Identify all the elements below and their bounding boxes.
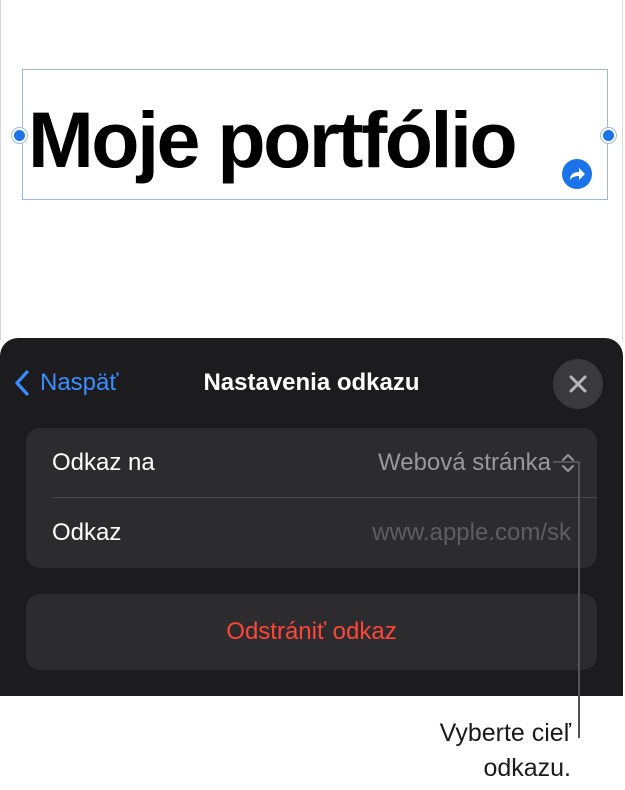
panel-title: Nastavenia odkazu (203, 369, 420, 396)
callout-line-2: odkazu. (483, 754, 571, 782)
callout-text: Vyberte cieľ odkazu. (440, 716, 571, 786)
canvas-edge-left (0, 0, 1, 340)
link-settings-group: Odkaz na Webová stránka Odkaz www.apple.… (26, 428, 597, 568)
selection-handle-left[interactable] (12, 128, 27, 143)
link-to-label: Odkaz na (52, 449, 155, 476)
callout-leader-horizontal (553, 461, 579, 463)
remove-link-label: Odstrániť odkaz (226, 618, 397, 645)
link-to-row[interactable]: Odkaz na Webová stránka (26, 428, 597, 498)
link-url-field[interactable]: www.apple.com/sk (372, 519, 571, 547)
close-icon (569, 375, 587, 393)
link-to-value: Webová stránka (378, 449, 551, 476)
selection-handle-right[interactable] (601, 128, 616, 143)
remove-link-button[interactable]: Odstrániť odkaz (26, 594, 597, 670)
callout-line-1: Vyberte cieľ (439, 719, 571, 747)
chevron-up-down-icon (562, 454, 574, 472)
link-arrow-icon (562, 159, 592, 189)
callout-leader-vertical (578, 461, 580, 738)
close-button[interactable] (553, 359, 603, 409)
link-row[interactable]: Odkaz www.apple.com/sk (26, 498, 597, 568)
link-badge[interactable] (558, 155, 596, 193)
link-label: Odkaz (52, 519, 122, 546)
document-title-text[interactable]: Moje portfólio (28, 92, 625, 188)
